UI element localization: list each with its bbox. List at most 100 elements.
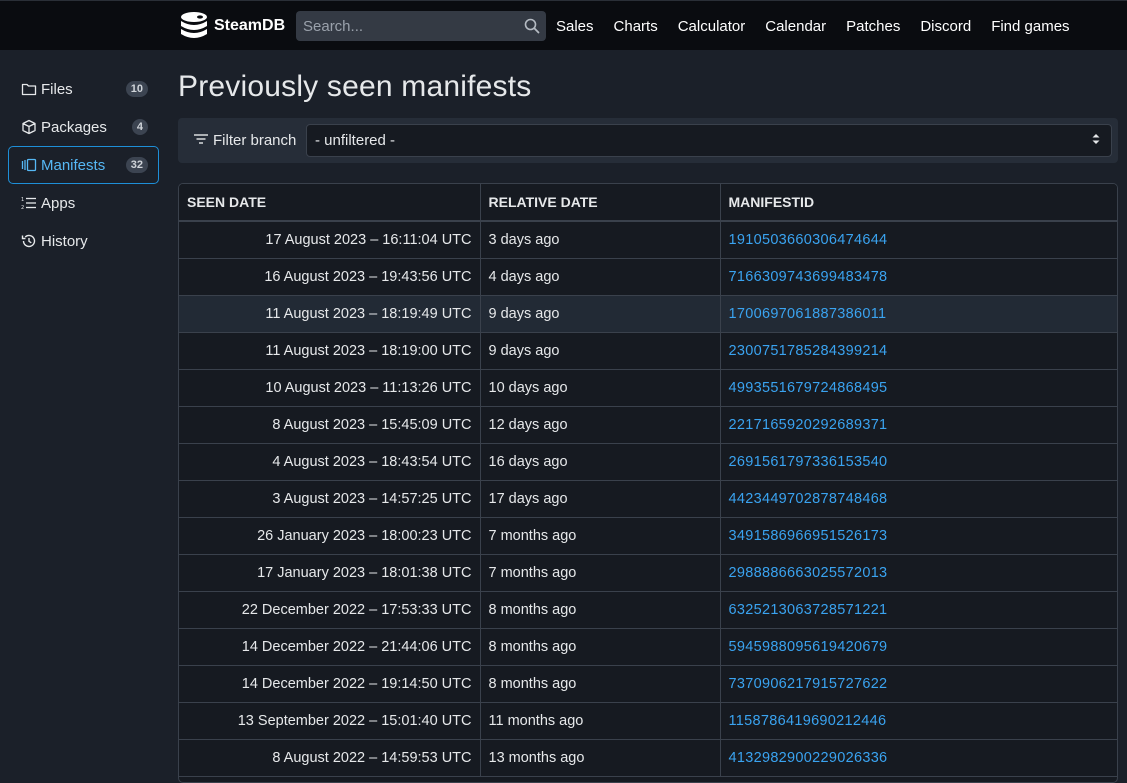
relative-date-cell: 17 days ago: [480, 480, 721, 518]
manifestid-cell: 2988886663025572013: [720, 554, 1117, 592]
sidebar-item-label: Apps: [41, 194, 76, 212]
manifestid-link[interactable]: 7370906217915727622: [729, 676, 888, 692]
manifestid-link[interactable]: 2300751785284399214: [729, 343, 888, 359]
manifestid-link[interactable]: 4132982900229026336: [729, 750, 888, 766]
seen-date-cell: 14 December 2022 – 19:14:50 UTC: [179, 665, 481, 703]
logo-text: SteamDB: [214, 17, 286, 34]
sidebar-item-label: Files: [41, 80, 73, 98]
manifestid-link[interactable]: 1910503660306474644: [729, 232, 888, 248]
search-input[interactable]: [296, 11, 518, 41]
nav-link-calculator[interactable]: Calculator: [678, 18, 746, 35]
manifestid-link[interactable]: 1158786419690212446: [729, 713, 887, 729]
manifestid-link[interactable]: 7166309743699483478: [729, 269, 888, 285]
table-row: 11 August 2023 – 18:19:00 UTC 9 days ago 2…: [179, 332, 1117, 370]
sidebar-item-history[interactable]: History: [8, 222, 159, 260]
nav-link-sales[interactable]: Sales: [556, 18, 594, 35]
table-body: 17 August 2023 – 16:11:04 UTC 3 days ago 1…: [179, 221, 1117, 777]
manifestid-cell: 2217165920292689371: [720, 406, 1117, 444]
manifestid-link[interactable]: 2691561797336153540: [729, 454, 888, 470]
filter-branch-label: Filter branch: [178, 131, 306, 151]
history-icon: [21, 232, 39, 250]
relative-date-cell: 9 days ago: [480, 295, 721, 333]
nav-link-patches[interactable]: Patches: [846, 18, 900, 35]
seen-date-cell: 3 August 2023 – 14:57:25 UTC: [179, 480, 481, 518]
sidebar-item-label: Manifests: [41, 156, 106, 174]
manifestid-link[interactable]: 2217165920292689371: [729, 417, 888, 433]
manifestid-link[interactable]: 1700697061887386011: [729, 306, 887, 322]
sidebar-item-files[interactable]: Files 10: [8, 70, 159, 108]
seen-date-cell: 11 August 2023 – 18:19:49 UTC: [179, 295, 481, 333]
seen-date-cell: 4 August 2023 – 18:43:54 UTC: [179, 443, 481, 481]
table-row: 8 August 2023 – 15:45:09 UTC 12 days ago 2…: [179, 406, 1117, 444]
manifests-table-container: SEEN DATE RELATIVE DATE MANIFESTID 17 Au…: [178, 183, 1118, 783]
seen-date-cell: 16 August 2023 – 19:43:56 UTC: [179, 258, 481, 296]
nav-link-find-games[interactable]: Find games: [991, 18, 1069, 35]
manifestid-cell: 4423449702878748468: [720, 480, 1117, 518]
manifestid-link[interactable]: 4423449702878748468: [729, 491, 888, 507]
count-badge: 32: [125, 157, 148, 173]
seen-date-cell: 17 January 2023 – 18:01:38 UTC: [179, 554, 481, 592]
search-box: [296, 11, 546, 41]
sidebar-item-packages[interactable]: Packages 4: [8, 108, 159, 146]
manifests-table: SEEN DATE RELATIVE DATE MANIFESTID 17 Au…: [179, 184, 1117, 777]
select-arrows-icon: [1091, 132, 1101, 150]
table-row: 17 January 2023 – 18:01:38 UTC 7 months a…: [179, 554, 1117, 592]
svg-text:2: 2: [21, 205, 24, 211]
seen-date-cell: 13 September 2022 – 15:01:40 UTC: [179, 702, 481, 740]
seen-date-cell: 17 August 2023 – 16:11:04 UTC: [179, 221, 481, 259]
manifestid-cell: 6325213063728571221: [720, 591, 1117, 629]
seen-date-cell: 14 December 2022 – 21:44:06 UTC: [179, 628, 481, 666]
seen-date-cell: 8 August 2022 – 14:59:53 UTC: [179, 739, 481, 777]
nav-link-charts[interactable]: Charts: [614, 18, 658, 35]
relative-date-cell: 8 months ago: [480, 591, 721, 629]
manifestid-cell: 1158786419690212446: [720, 702, 1117, 740]
table-row: 14 December 2022 – 21:44:06 UTC 8 months …: [179, 628, 1117, 666]
table-row: 22 December 2022 – 17:53:33 UTC 8 months …: [179, 591, 1117, 629]
count-badge: 10: [125, 81, 148, 97]
table-header-row: SEEN DATE RELATIVE DATE MANIFESTID: [179, 184, 1117, 222]
manifestid-cell: 1700697061887386011: [720, 295, 1117, 333]
seen-date-cell: 10 August 2023 – 11:13:26 UTC: [179, 369, 481, 407]
seen-date-cell: 22 December 2022 – 17:53:33 UTC: [179, 591, 481, 629]
count-badge: 4: [131, 119, 148, 135]
filter-label-text: Filter branch: [213, 132, 297, 149]
manifestid-link[interactable]: 3491586966951526173: [729, 528, 888, 544]
table-row: 16 August 2023 – 19:43:56 UTC 4 days ago 7…: [179, 258, 1117, 296]
relative-date-cell: 3 days ago: [480, 221, 721, 259]
folder-icon: [21, 80, 39, 98]
page-title: Previously seen manifests: [178, 70, 532, 103]
sidebar-item-manifests[interactable]: Manifests 32: [8, 146, 159, 184]
search-icon[interactable]: [518, 18, 546, 34]
relative-date-cell: 10 days ago: [480, 369, 721, 407]
nav-links: Sales Charts Calculator Calendar Patches…: [556, 1, 1090, 51]
sidebar-item-label: History: [41, 232, 88, 250]
manifestid-cell: 1910503660306474644: [720, 221, 1117, 259]
manifestid-link[interactable]: 4993551679724868495: [729, 380, 888, 396]
svg-text:1: 1: [21, 197, 24, 203]
table-row: 14 December 2022 – 19:14:50 UTC 8 months …: [179, 665, 1117, 703]
relative-date-cell: 8 months ago: [480, 628, 721, 666]
table-row: 26 January 2023 – 18:00:23 UTC 7 months a…: [179, 517, 1117, 555]
table-row: 17 August 2023 – 16:11:04 UTC 3 days ago 1…: [179, 221, 1117, 259]
manifestid-cell: 4993551679724868495: [720, 369, 1117, 407]
nav-link-discord[interactable]: Discord: [920, 18, 971, 35]
table-row: 8 August 2022 – 14:59:53 UTC 13 months ag…: [179, 739, 1117, 777]
relative-date-cell: 12 days ago: [480, 406, 721, 444]
sidebar-item-apps[interactable]: 12 Apps: [8, 184, 159, 222]
sidebar-item-label: Packages: [41, 118, 107, 136]
column-header-seen-date[interactable]: SEEN DATE: [179, 184, 481, 222]
steamdb-logo[interactable]: SteamDB: [178, 10, 285, 42]
manifestid-cell: 2300751785284399214: [720, 332, 1117, 370]
column-header-manifestid[interactable]: MANIFESTID: [720, 184, 1117, 222]
manifestid-link[interactable]: 5945988095619420679: [729, 639, 888, 655]
table-row: 13 September 2022 – 15:01:40 UTC 11 month…: [179, 702, 1117, 740]
list-icon: 12: [21, 194, 39, 212]
manifestid-link[interactable]: 6325213063728571221: [729, 602, 888, 618]
manifestid-link[interactable]: 2988886663025572013: [729, 565, 888, 581]
column-header-relative-date[interactable]: RELATIVE DATE: [480, 184, 721, 222]
relative-date-cell: 13 months ago: [480, 739, 721, 777]
manifestid-cell: 3491586966951526173: [720, 517, 1117, 555]
nav-link-calendar[interactable]: Calendar: [765, 18, 826, 35]
relative-date-cell: 8 months ago: [480, 665, 721, 703]
branch-select[interactable]: - unfiltered -: [306, 124, 1112, 157]
